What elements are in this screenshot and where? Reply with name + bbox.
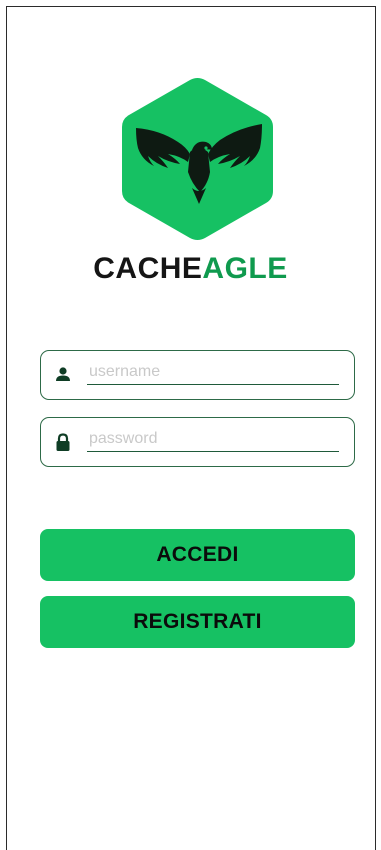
- brand-name-part2: AGLE: [202, 252, 288, 285]
- brand-name-part1: CACHE: [93, 252, 203, 285]
- brand-wordmark: CACHEAGLE: [0, 252, 381, 286]
- eagle-eye: [204, 146, 208, 150]
- lock-icon: [56, 433, 70, 451]
- password-input[interactable]: [87, 426, 339, 452]
- login-button[interactable]: ACCEDI: [40, 529, 355, 581]
- user-icon: [56, 367, 70, 381]
- username-input[interactable]: [87, 359, 339, 385]
- password-field[interactable]: [40, 417, 355, 467]
- username-field[interactable]: [40, 350, 355, 400]
- eagle-logo: [122, 78, 273, 240]
- register-button[interactable]: REGISTRATI: [40, 596, 355, 648]
